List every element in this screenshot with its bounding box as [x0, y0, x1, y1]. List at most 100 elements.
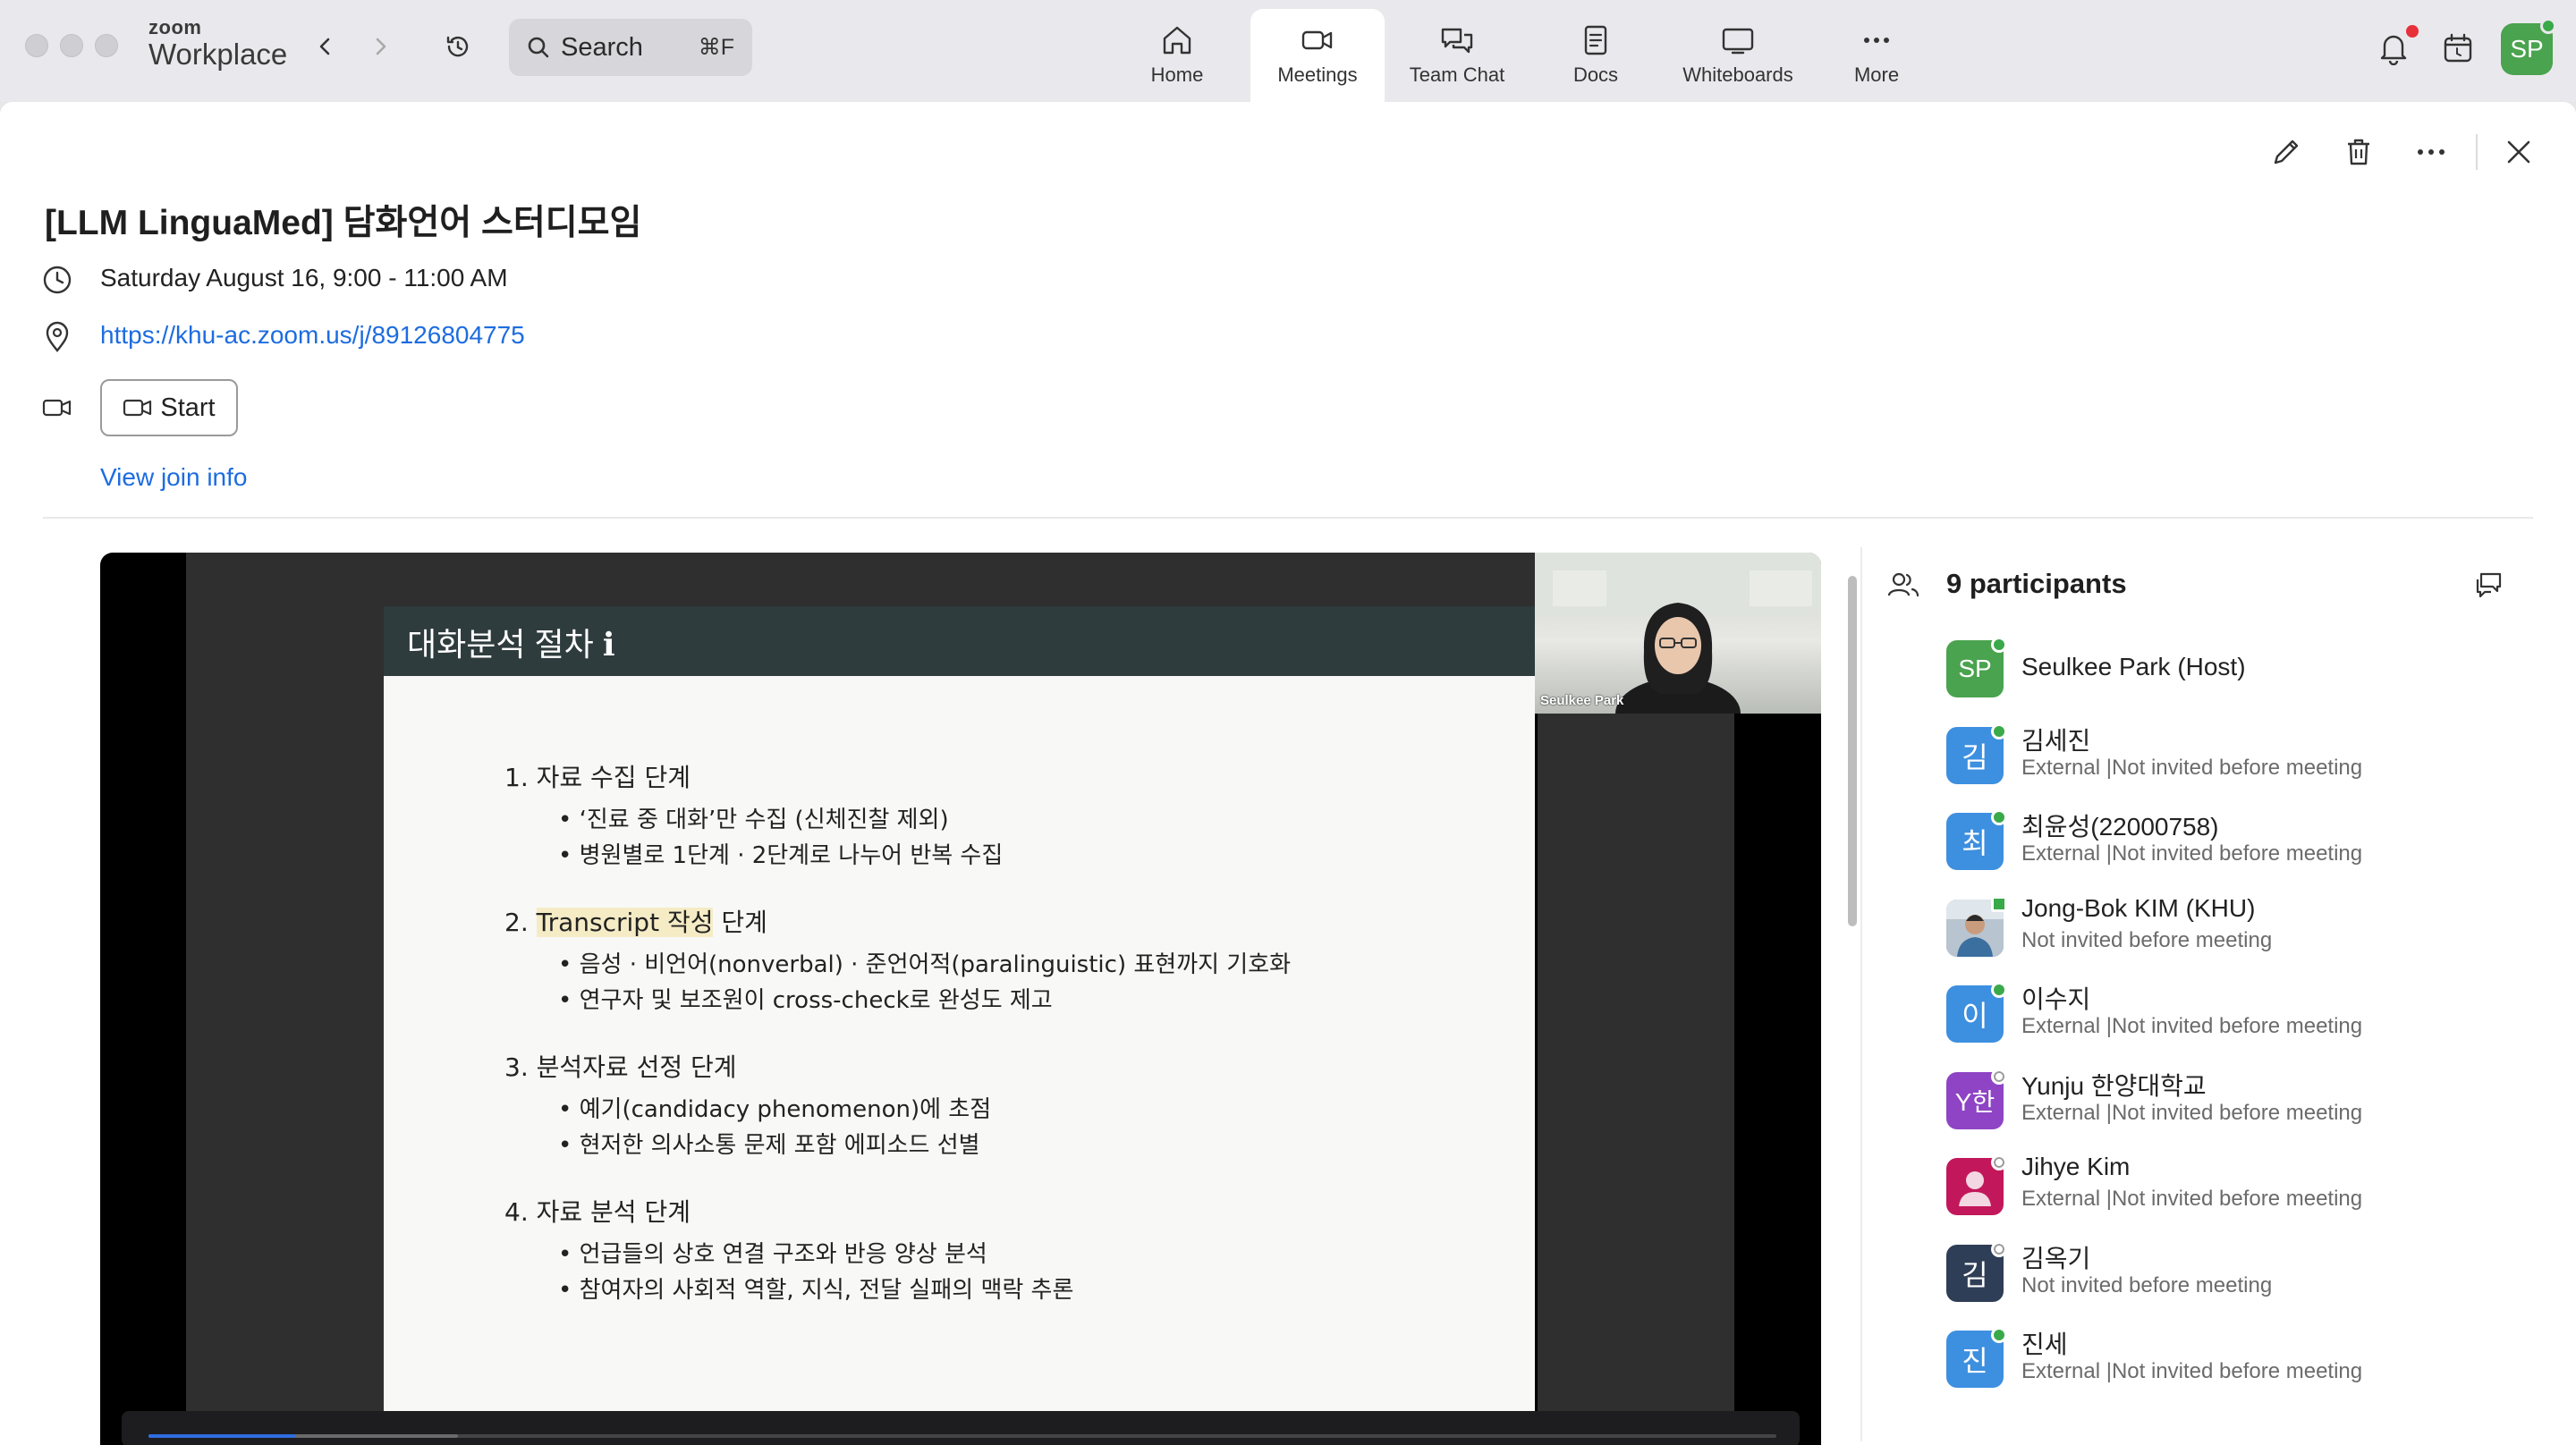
slide-item: 2. Transcript 작성 단계 [504, 908, 767, 937]
slide-title: 대화분석 절차 ℹ [407, 626, 615, 663]
video-camera-icon [1301, 30, 1333, 50]
search-label: Search [561, 32, 643, 62]
tab-team-chat-label: Team Chat [1409, 63, 1505, 86]
whiteboard-icon [1722, 28, 1754, 55]
video-camera-icon [123, 399, 152, 417]
slide-subitem: • 예기(candidacy phenomenon)에 초점 [558, 1096, 992, 1123]
zoom-workplace-logo: zoom Workplace [148, 16, 287, 70]
edit-button[interactable] [2263, 129, 2309, 175]
close-button[interactable] [2496, 129, 2542, 175]
calendar-button[interactable] [2435, 25, 2481, 72]
participant-initials: SP [1958, 655, 1992, 682]
pencil-icon [2274, 139, 2299, 165]
home-icon [1163, 26, 1191, 55]
user-avatar-initials: SP [2510, 35, 2544, 63]
recording-player[interactable]: 대화분석 절차 ℹ 1. 자료 수집 단계 • ‘진료 중 대화’만 수집 (신… [100, 553, 1821, 1445]
slide-item: 1. 자료 수집 단계 [504, 763, 691, 792]
presence-status-dot [1991, 637, 2007, 653]
participant-row[interactable]: Jihye Kim External |Not invited before me… [1946, 1153, 2555, 1238]
more-dots-icon [1864, 38, 1889, 43]
meeting-link[interactable]: https://khu-ac.zoom.us/j/89126804775 [100, 321, 525, 350]
slide-body: 1. 자료 수집 단계 • ‘진료 중 대화’만 수집 (신체진찰 제외) • … [384, 676, 1538, 1427]
participant-row[interactable]: Y한 Yunju 한양대학교 External |Not invited befor… [1946, 1069, 2555, 1153]
search-bar[interactable]: Search ⌘F [509, 19, 752, 76]
participant-invite-status: External |Not invited before meeting [2021, 1187, 2363, 1211]
history-button[interactable] [440, 29, 476, 64]
document-icon [1584, 25, 1607, 55]
participant-initials: 김 [1962, 1259, 1988, 1291]
participants-count: 9 participants [1946, 568, 2127, 599]
participant-invite-status: Not invited before meeting [2021, 928, 2273, 952]
back-button[interactable] [308, 29, 343, 64]
forward-button[interactable] [362, 29, 398, 64]
trash-icon [2348, 139, 2369, 165]
window-minimize-button[interactable] [60, 34, 83, 57]
more-options-button[interactable] [2408, 129, 2454, 175]
clock-icon [39, 262, 75, 298]
title-bar: zoom Workplace Search ⌘F Home Meetings T… [0, 0, 2576, 102]
participant-invite-status: External |Not invited before meeting [2021, 756, 2363, 780]
presence-status-dot [1991, 1069, 2007, 1085]
slide-subitem: • 음성 · 비언어(nonverbal) · 준언어적(paralinguis… [558, 951, 1292, 978]
search-shortcut: ⌘F [698, 35, 734, 60]
playback-bar[interactable] [122, 1411, 1800, 1445]
location-pin-icon [39, 319, 75, 355]
start-button-label: Start [160, 393, 216, 422]
participant-initials: 진 [1962, 1345, 1988, 1377]
calendar-icon [2444, 33, 2472, 63]
tab-home[interactable]: Home [1134, 9, 1220, 102]
speaker-name-label: Seulkee Park [1540, 693, 1624, 708]
slide-subitem: • 연구자 및 보조원이 cross-check로 완성도 제고 [558, 987, 1053, 1014]
presence-status-dot [1991, 982, 2007, 998]
start-meeting-button[interactable]: Start [100, 379, 238, 436]
tab-team-chat[interactable]: Team Chat [1401, 9, 1513, 102]
speaker-camera-thumbnail: Seulkee Park [1535, 553, 1821, 714]
history-clock-icon [446, 36, 469, 57]
window-close-button[interactable] [25, 34, 48, 57]
view-join-info-link[interactable]: View join info [100, 463, 247, 492]
video-camera-icon [39, 390, 75, 426]
slide-subitem: • ‘진료 중 대화’만 수집 (신체진찰 제외) [558, 807, 949, 833]
participant-row[interactable]: 진 진세 External |Not invited before meeting [1946, 1327, 2555, 1411]
window-zoom-button[interactable] [95, 34, 118, 57]
delete-button[interactable] [2335, 129, 2382, 175]
participant-invite-status: External |Not invited before meeting [2021, 841, 2363, 866]
participant-initials: 김 [1962, 741, 1988, 773]
tab-more[interactable]: More [1837, 9, 1916, 102]
tab-docs[interactable]: Docs [1556, 9, 1635, 102]
tab-home-label: Home [1150, 63, 1204, 86]
seek-track[interactable] [148, 1434, 1776, 1438]
presence-status-dot [1991, 1241, 2007, 1257]
participant-name: Jong-Bok KIM (KHU) [2021, 894, 2256, 922]
tab-whiteboards[interactable]: Whiteboards [1673, 9, 1803, 102]
participant-row[interactable]: 김 김옥기 Not invited before meeting [1946, 1241, 2555, 1325]
participant-invite-status: External |Not invited before meeting [2021, 1101, 2363, 1125]
presence-status-dot [1991, 1327, 2007, 1343]
participant-name: 김세진 [2021, 727, 2091, 755]
section-divider [43, 517, 2533, 519]
notifications-button[interactable] [2370, 25, 2419, 72]
participant-row[interactable]: 김 김세진 External |Not invited before meeting [1946, 723, 2555, 807]
participant-invite-status: External |Not invited before meeting [2021, 1359, 2363, 1383]
brand-small: zoom [148, 16, 202, 38]
slide-subitem: • 참여자의 사회적 역할, 지식, 전달 실패의 맥락 추론 [558, 1277, 1074, 1304]
participant-initials: 이 [1962, 1000, 1988, 1032]
participant-row[interactable]: SP Seulkee Park (Host) [1946, 637, 2555, 721]
participant-name: 이수지 [2021, 985, 2091, 1013]
seek-progress [148, 1434, 295, 1438]
participant-invite-status: Not invited before meeting [2021, 1273, 2273, 1297]
participant-row[interactable]: Jong-Bok KIM (KHU) Not invited before mee… [1946, 894, 2555, 980]
participant-name: Jihye Kim [2021, 1153, 2131, 1180]
chevron-right-icon [376, 38, 386, 55]
group-chat-button[interactable] [2470, 567, 2506, 603]
tab-meetings-label: Meetings [1277, 63, 1358, 86]
slide-subitem: • 언급들의 상호 연결 구조와 반응 양상 분석 [558, 1241, 987, 1268]
tab-meetings[interactable]: Meetings [1250, 9, 1385, 102]
presence-status-dot [1991, 809, 2007, 825]
participant-row[interactable]: 이 이수지 External |Not invited before meeting [1946, 982, 2555, 1066]
participant-row[interactable]: 최 최윤성(22000758) External |Not invited befo… [1946, 809, 2555, 893]
tab-more-label: More [1853, 63, 1900, 86]
ellipsis-icon [2418, 149, 2445, 155]
content-scrollbar[interactable] [1848, 576, 1857, 926]
meeting-time: Saturday August 16, 9:00 - 11:00 AM [100, 264, 508, 292]
